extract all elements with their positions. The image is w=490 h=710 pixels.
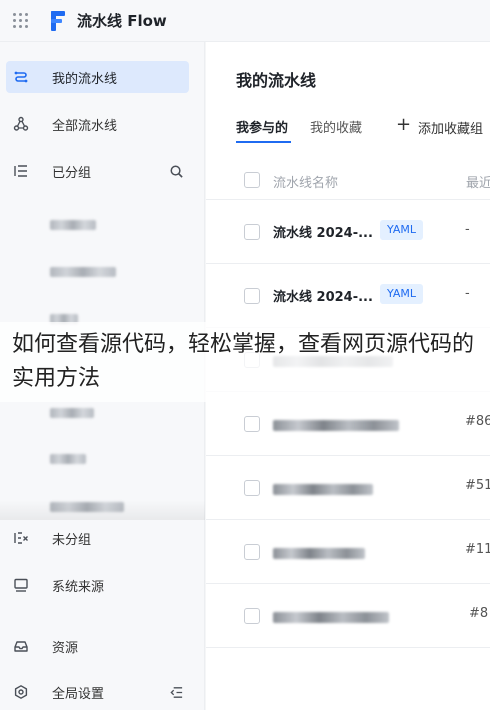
yaml-tag: YAML: [380, 220, 424, 240]
sidebar-item-resources[interactable]: 资源: [6, 630, 189, 662]
search-icon[interactable]: [167, 162, 185, 180]
caption-text: 如何查看源代码，轻松掌握，查看网页源代码的实用方法: [12, 332, 475, 391]
group-item-blurred[interactable]: [50, 454, 86, 464]
column-header-name: 流水线名称: [273, 176, 339, 191]
sidebar-item-all-pipelines[interactable]: 全部流水线: [6, 108, 189, 140]
table-row[interactable]: 流水线 2024-... YAML -: [206, 200, 490, 264]
sidebar-item-label: 系统来源: [52, 579, 105, 595]
tab-participated[interactable]: 我参与的: [236, 117, 288, 136]
pipeline-icon: [12, 68, 30, 86]
plus-icon[interactable]: +: [396, 116, 411, 134]
last-run: -: [465, 286, 470, 301]
row-checkbox[interactable]: [244, 608, 260, 624]
monitor-icon: [12, 576, 30, 594]
scroll-shadow: [0, 500, 205, 520]
app-grid-icon[interactable]: [13, 12, 29, 29]
add-favorite-group-button[interactable]: 添加收藏组: [418, 118, 483, 137]
pipeline-name-blurred[interactable]: [273, 612, 389, 623]
sidebar-item-system-source[interactable]: 系统来源: [6, 569, 189, 601]
inbox-icon: [12, 637, 30, 655]
group-item-blurred[interactable]: [50, 220, 96, 230]
table-row[interactable]: #51: [206, 456, 490, 520]
row-checkbox[interactable]: [244, 544, 260, 560]
row-checkbox[interactable]: [244, 416, 260, 432]
collapse-icon[interactable]: [167, 683, 185, 701]
pipeline-name[interactable]: 流水线 2024-...: [273, 222, 373, 241]
group-item-blurred[interactable]: [50, 408, 94, 418]
row-checkbox[interactable]: [244, 288, 260, 304]
last-run: #51: [465, 478, 490, 493]
table-row[interactable]: #8: [206, 584, 490, 648]
sidebar-item-label: 资源: [52, 640, 79, 656]
last-run: -: [465, 222, 470, 237]
column-header-last: 最近: [466, 176, 490, 191]
pipeline-name-blurred[interactable]: [273, 484, 373, 495]
group-item-blurred[interactable]: [50, 267, 116, 277]
pipeline-name-blurred[interactable]: [273, 548, 365, 559]
sidebar-item-global-settings[interactable]: 全局设置: [6, 676, 189, 708]
row-checkbox[interactable]: [244, 224, 260, 240]
list-icon: [12, 162, 30, 180]
tab-favorites[interactable]: 我的收藏: [310, 117, 362, 136]
sidebar-item-label: 已分组: [52, 165, 92, 181]
sidebar-item-grouped[interactable]: 已分组: [6, 155, 189, 187]
table-header: 流水线名称 最近: [206, 160, 490, 200]
pipeline-name[interactable]: 流水线 2024-...: [273, 286, 373, 305]
last-run: #86: [465, 414, 490, 429]
top-bar: 流水线 Flow: [0, 0, 490, 42]
ungrouped-icon: [12, 529, 30, 547]
sidebar-item-label: 全部流水线: [52, 118, 118, 134]
sidebar-item-my-pipelines[interactable]: 我的流水线: [6, 61, 189, 93]
last-run: #11: [465, 542, 490, 557]
app-title: 流水线 Flow: [77, 12, 167, 30]
sidebar-item-label: 全局设置: [52, 686, 105, 702]
select-all-checkbox[interactable]: [244, 172, 260, 188]
table-row[interactable]: #11: [206, 520, 490, 584]
pipeline-name-blurred[interactable]: [273, 420, 399, 431]
sidebar-item-label: 未分组: [52, 532, 92, 548]
nodes-icon: [12, 115, 30, 133]
table-row[interactable]: 流水线 2024-... YAML -: [206, 264, 490, 328]
row-checkbox[interactable]: [244, 480, 260, 496]
sidebar-item-label: 我的流水线: [52, 71, 118, 87]
last-run: #8: [469, 606, 489, 621]
flow-logo-icon: [49, 10, 67, 31]
page-title: 我的流水线: [236, 71, 317, 90]
sidebar-item-ungrouped[interactable]: 未分组: [6, 522, 189, 554]
settings-icon: [12, 683, 30, 701]
active-tab-indicator: [236, 141, 291, 143]
caption-overlay: 如何查看源代码，轻松掌握，查看网页源代码的实用方法: [0, 322, 490, 402]
yaml-tag: YAML: [380, 284, 424, 304]
